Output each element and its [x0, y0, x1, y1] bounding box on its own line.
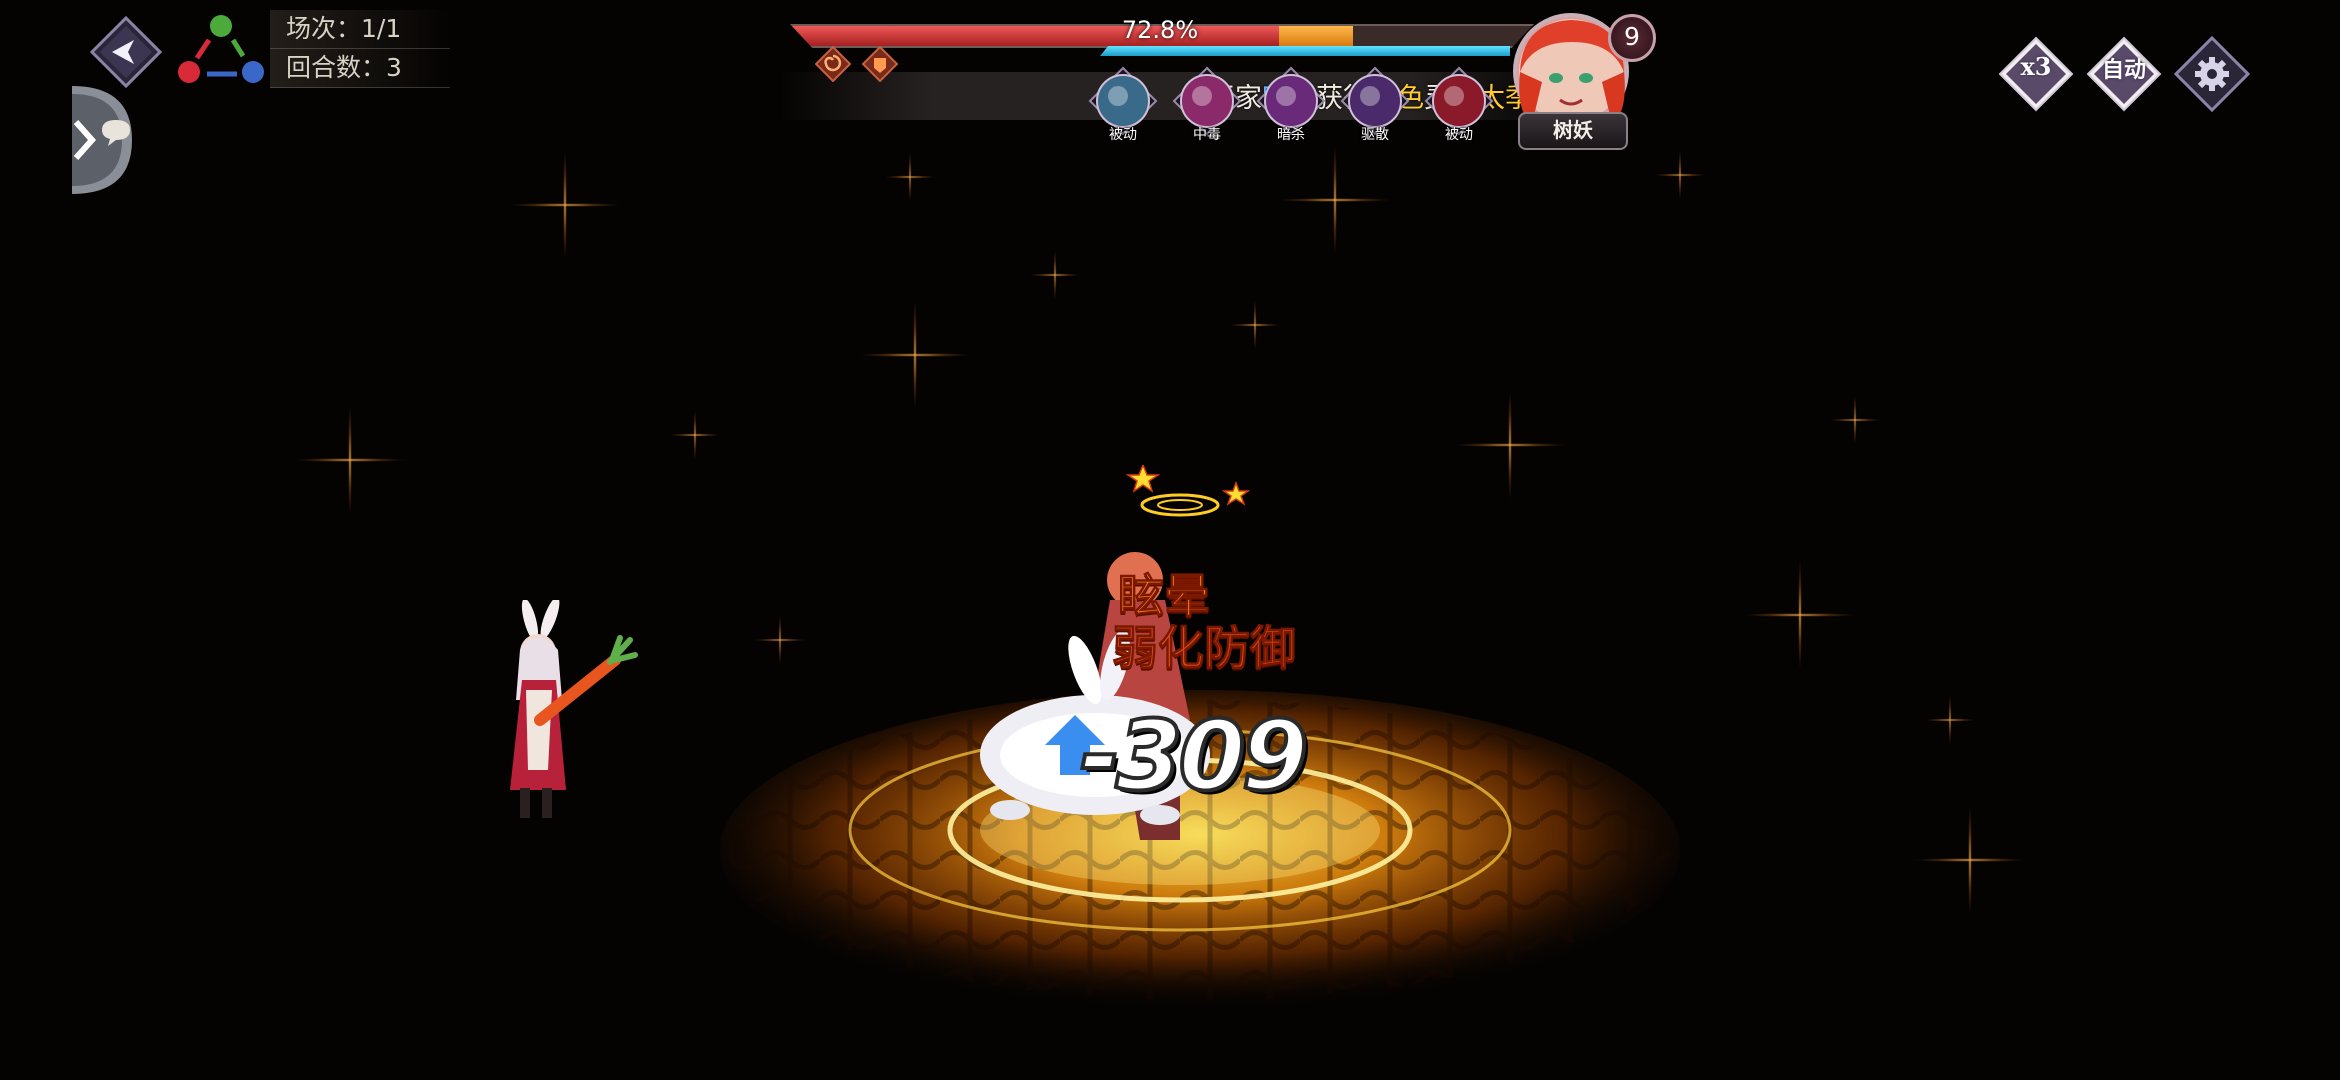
gear-icon: [2195, 57, 2229, 91]
dizzy-status-icon: [815, 46, 851, 82]
sparkle-effect: [665, 405, 725, 465]
sparkle-effect: [750, 610, 810, 670]
sparkle-effect: [1025, 245, 1085, 305]
sparkle-effect: [1910, 800, 2030, 920]
element-counter-icon[interactable]: [175, 10, 267, 90]
sparkle-effect: [290, 400, 410, 520]
weaken-defense-status-popup: 弱化防御: [1112, 621, 1297, 676]
sparkle-effect: [880, 147, 940, 207]
sparkle-effect: [505, 145, 625, 265]
round-counter: 回合数：3: [270, 49, 450, 88]
boss-name-plate: 树妖: [1518, 112, 1628, 150]
sparkle-effect: [1825, 390, 1885, 450]
side-drawer-tab[interactable]: [72, 86, 132, 194]
weaken-status-icon: [862, 46, 898, 82]
boss-energy-fill: [1100, 46, 1510, 56]
sparkle-effect: [1450, 385, 1570, 505]
sparkle-effect: [1920, 690, 1980, 750]
dizzy-stars-effect: [1125, 465, 1251, 517]
sparkle-effect: [1740, 555, 1860, 675]
speed-label[interactable]: x3: [1998, 52, 2074, 81]
sparkle-effect: [1225, 295, 1285, 355]
back-button[interactable]: [90, 16, 162, 88]
settings-button[interactable]: [2174, 36, 2250, 112]
battle-info-panel: 场次：1/1 回合数：3: [270, 10, 450, 88]
sparkle-effect: [855, 295, 975, 415]
sparkle-effect: [1275, 140, 1395, 260]
skill-label: 暗杀: [1277, 127, 1305, 143]
damage-number: -309: [1078, 698, 1310, 814]
sparkle-effect: [1650, 145, 1710, 205]
skill-label: 被动: [1445, 127, 1473, 143]
boss-hp-percent: 72.8%: [1121, 16, 1199, 44]
player-character-bunny-girl[interactable]: [470, 600, 640, 830]
boss-hp-bar: 72.8%: [790, 16, 1550, 50]
stage-counter: 场次：1/1: [270, 10, 450, 49]
skill-label: 驱散: [1361, 127, 1389, 143]
battle-scene: 眩晕 弱化防御 -309: [0, 0, 2340, 1080]
skill-label: 中毒: [1193, 127, 1221, 143]
boss-level-badge: 9: [1608, 14, 1656, 62]
boss-energy-bar: [1100, 46, 1510, 56]
auto-battle-label[interactable]: 自动: [2086, 52, 2162, 84]
skill-label: 被动: [1109, 127, 1137, 143]
